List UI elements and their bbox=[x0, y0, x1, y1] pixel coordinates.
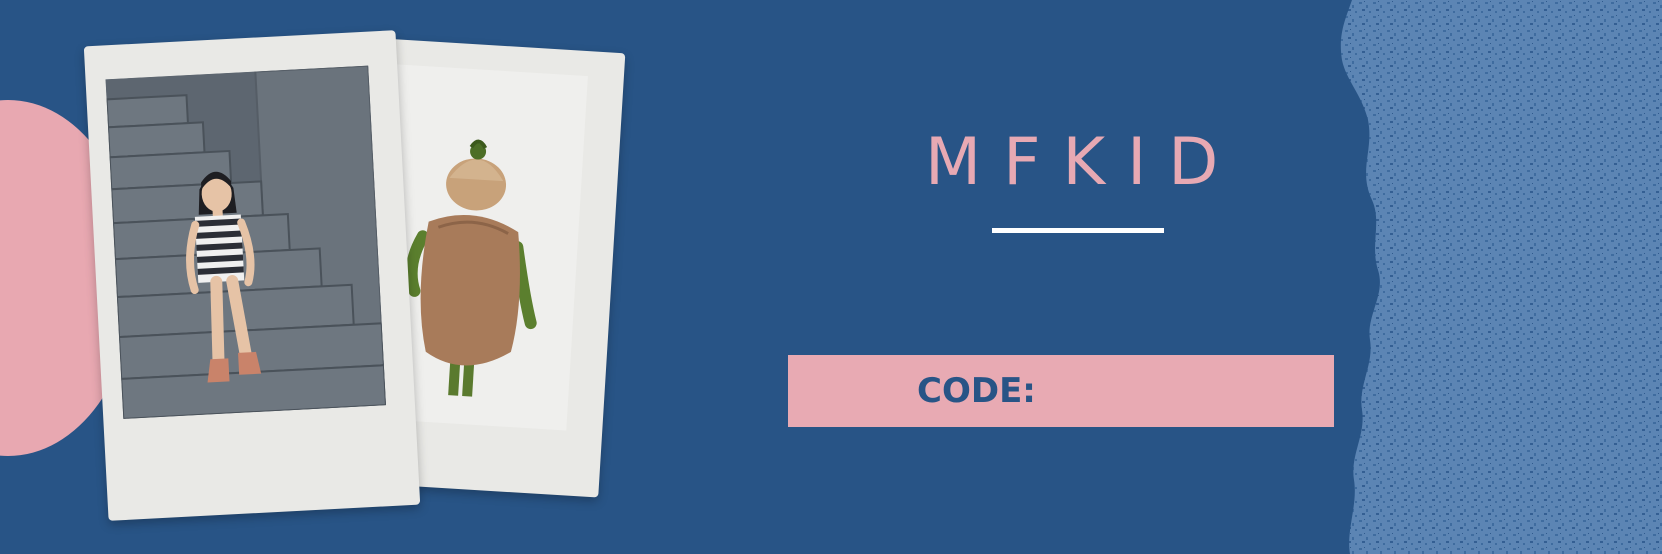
promo-code-bar: CODE: bbox=[788, 355, 1334, 427]
title-underline bbox=[992, 228, 1164, 233]
polaroid-frame-front bbox=[83, 30, 421, 521]
code-label: CODE: bbox=[917, 371, 1036, 411]
brand-title: MFKID bbox=[925, 125, 1241, 200]
promo-banner: MFKID CODE: bbox=[0, 0, 1662, 554]
girl-sitting-on-stairs-photo bbox=[105, 65, 386, 419]
